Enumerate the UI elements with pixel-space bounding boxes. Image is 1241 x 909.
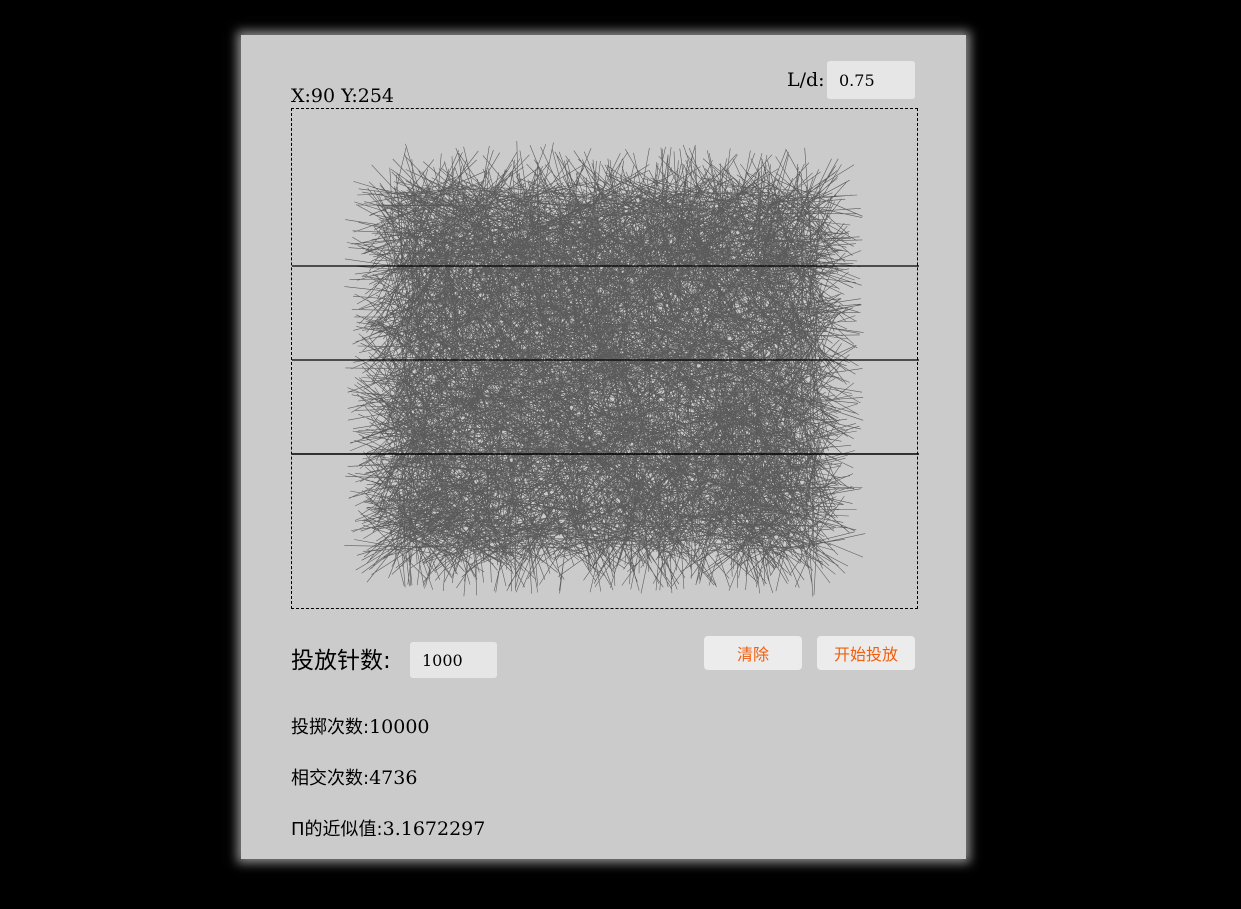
needle-scatter bbox=[344, 140, 866, 597]
needles-layer bbox=[344, 140, 866, 597]
needle-board[interactable] bbox=[291, 108, 919, 610]
ld-ratio-input[interactable] bbox=[827, 61, 915, 99]
throw-count-label: 投掷次数: bbox=[291, 717, 370, 738]
pi-estimate-value: 3.1672297 bbox=[382, 818, 486, 840]
needle-count-input[interactable] bbox=[410, 642, 497, 678]
crossing-count-stat: 相交次数:4736 bbox=[291, 764, 417, 790]
clear-button[interactable]: 清除 bbox=[704, 636, 802, 670]
cursor-coordinates: X:90 Y:254 bbox=[291, 85, 395, 107]
buffon-needle-panel: X:90 Y:254 L/d: 投放针数: 清除 开始投放 投掷次数:10000… bbox=[241, 35, 966, 859]
throw-count-stat: 投掷次数:10000 bbox=[291, 713, 430, 739]
crossing-count-value: 4736 bbox=[369, 767, 418, 789]
needle-count-label: 投放针数: bbox=[291, 648, 391, 674]
crossing-count-label: 相交次数: bbox=[291, 768, 370, 789]
start-drop-button[interactable]: 开始投放 bbox=[817, 636, 915, 670]
throw-count-value: 10000 bbox=[369, 716, 430, 738]
pi-estimate-stat: Π的近似值:3.1672297 bbox=[291, 815, 485, 841]
needle-drop-area[interactable] bbox=[292, 109, 919, 610]
pi-estimate-label: Π的近似值: bbox=[291, 819, 383, 840]
ld-ratio-label: L/d: bbox=[787, 69, 825, 91]
